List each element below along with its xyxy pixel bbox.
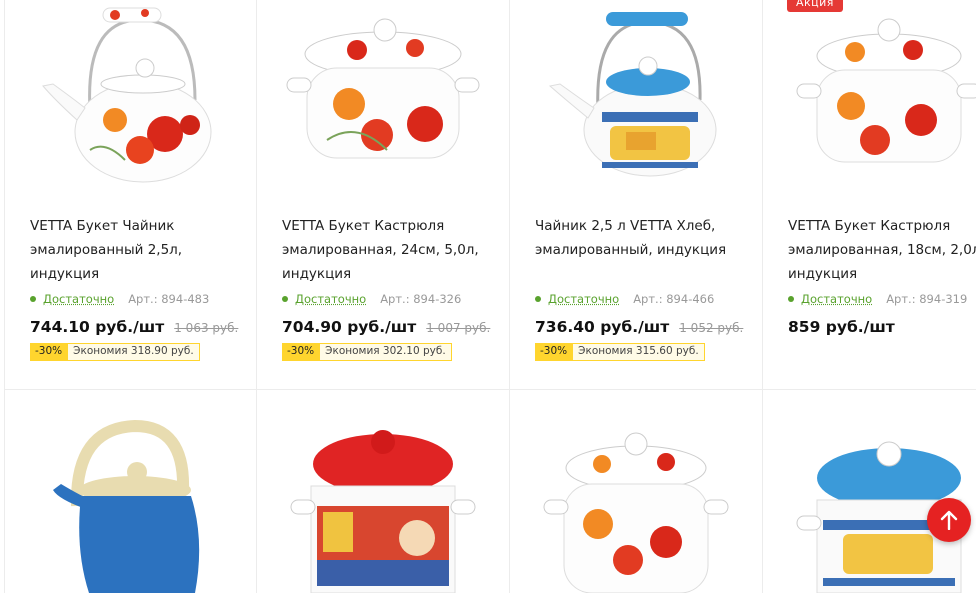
product-image[interactable] (257, 420, 509, 593)
discount-saving: Экономия 302.10 руб. (319, 343, 452, 361)
product-card[interactable]: Чайник 2,5 л VETTA Хлеб, эмалированный, … (510, 0, 763, 390)
product-image[interactable] (257, 0, 509, 200)
stock-dot-icon (30, 296, 36, 302)
product-title[interactable]: VETTA Букет Кастрюля эмалированная, 18см… (788, 214, 976, 286)
product-card[interactable]: VETTA Букет Кастрюля эмалированная, 24см… (257, 0, 510, 390)
product-old-price: 1 052 руб. (679, 321, 743, 335)
discount-badge: -30% Экономия 318.90 руб. (30, 343, 200, 361)
enamel-kettle-bread-icon (510, 0, 763, 200)
price-line: 704.90 руб./шт 1 007 руб. (282, 318, 490, 336)
product-sku: Арт.: 894-319 (886, 292, 967, 306)
scroll-to-top-button[interactable] (927, 498, 971, 542)
product-title[interactable]: VETTA Букет Кастрюля эмалированная, 24см… (282, 214, 502, 286)
product-image[interactable] (510, 0, 762, 200)
product-price: 704.90 руб./шт (282, 318, 416, 336)
product-card[interactable] (510, 390, 763, 593)
stock-status[interactable]: Достаточно (295, 292, 366, 306)
product-card[interactable] (4, 390, 257, 593)
product-meta: Достаточно Арт.: 894-466 (535, 292, 763, 306)
price-line: 736.40 руб./шт 1 052 руб. (535, 318, 743, 336)
discount-saving: Экономия 318.90 руб. (67, 343, 200, 361)
product-sku: Арт.: 894-483 (128, 292, 209, 306)
product-price: 859 руб./шт (788, 318, 895, 336)
product-price: 744.10 руб./шт (30, 318, 164, 336)
product-title[interactable]: VETTA Букет Чайник эмалированный 2,5л, и… (30, 214, 250, 286)
stock-status[interactable]: Достаточно (43, 292, 114, 306)
product-old-price: 1 007 руб. (426, 321, 490, 335)
discount-percent: -30% (282, 343, 319, 361)
discount-percent: -30% (535, 343, 572, 361)
discount-badge: -30% Экономия 315.60 руб. (535, 343, 705, 361)
enamel-kettle-floral-icon (5, 0, 257, 200)
product-image[interactable] (510, 420, 762, 593)
discount-percent: -30% (30, 343, 67, 361)
blue-kettle-icon (5, 420, 257, 593)
product-sku: Арт.: 894-466 (633, 292, 714, 306)
red-lid-pot-icon (257, 420, 510, 593)
stock-status[interactable]: Достаточно (801, 292, 872, 306)
product-image[interactable] (5, 0, 256, 200)
enamel-pot-floral-icon (763, 0, 976, 200)
product-image[interactable] (763, 0, 976, 200)
enamel-pot-floral-icon (257, 0, 510, 200)
product-title[interactable]: Чайник 2,5 л VETTA Хлеб, эмалированный, … (535, 214, 755, 262)
arrow-up-icon (940, 510, 958, 530)
product-card[interactable]: VETTA Букет Чайник эмалированный 2,5л, и… (4, 0, 257, 390)
stock-dot-icon (282, 296, 288, 302)
product-card[interactable] (257, 390, 510, 593)
stock-status[interactable]: Достаточно (548, 292, 619, 306)
product-card[interactable]: Акция VETTA Букет Кастрюля эмалированная… (763, 0, 976, 390)
enamel-pot-floral-icon (510, 420, 763, 593)
product-meta: Достаточно Арт.: 894-483 (30, 292, 257, 306)
product-old-price: 1 063 руб. (174, 321, 238, 335)
price-line: 744.10 руб./шт 1 063 руб. (30, 318, 238, 336)
product-meta: Достаточно Арт.: 894-326 (282, 292, 510, 306)
product-grid: VETTA Букет Чайник эмалированный 2,5л, и… (0, 0, 976, 593)
stock-dot-icon (788, 296, 794, 302)
discount-saving: Экономия 315.60 руб. (572, 343, 705, 361)
product-price: 736.40 руб./шт (535, 318, 669, 336)
product-meta: Достаточно Арт.: 894-319 (788, 292, 976, 306)
discount-badge: -30% Экономия 302.10 руб. (282, 343, 452, 361)
stock-dot-icon (535, 296, 541, 302)
product-sku: Арт.: 894-326 (380, 292, 461, 306)
price-line: 859 руб./шт (788, 318, 905, 336)
product-image[interactable] (5, 420, 256, 593)
product-card[interactable] (763, 390, 976, 593)
